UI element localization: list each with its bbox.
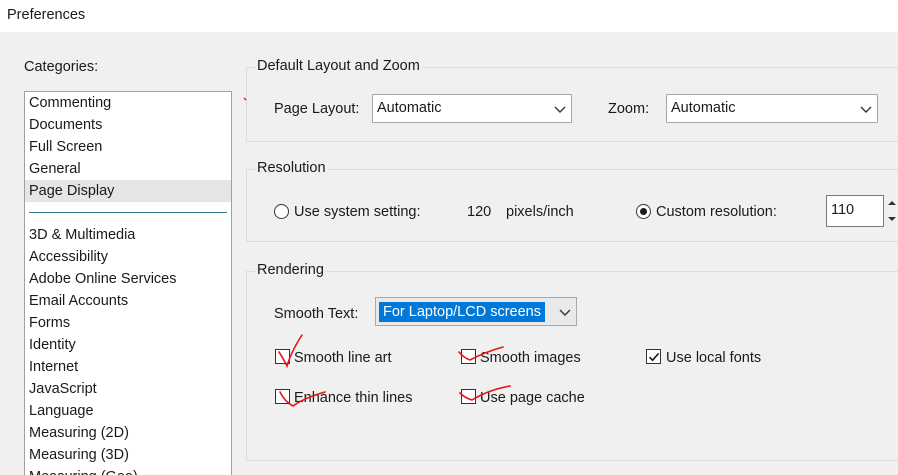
smooth-text-dropdown[interactable]: For Laptop/LCD screens bbox=[375, 297, 577, 326]
category-item[interactable]: Commenting bbox=[25, 92, 231, 114]
spin-down-icon[interactable] bbox=[886, 212, 898, 228]
zoom-value: Automatic bbox=[671, 100, 736, 116]
category-item[interactable]: Accessibility bbox=[25, 246, 231, 268]
checkmark-icon bbox=[648, 352, 660, 362]
category-item[interactable]: Page Display bbox=[25, 180, 231, 202]
custom-resolution-input[interactable]: 110 bbox=[826, 195, 884, 227]
category-item[interactable]: Identity bbox=[25, 334, 231, 356]
spin-up-icon[interactable] bbox=[886, 196, 898, 212]
title-bar: Preferences bbox=[0, 0, 898, 32]
category-item[interactable]: General bbox=[25, 158, 231, 180]
window-title: Preferences bbox=[7, 7, 86, 23]
chevron-down-icon bbox=[559, 309, 571, 316]
smooth-images-label: Smooth images bbox=[480, 350, 581, 366]
page-layout-label: Page Layout: bbox=[274, 101, 360, 117]
category-item[interactable]: Documents bbox=[25, 114, 231, 136]
resolution-spinner[interactable] bbox=[884, 195, 898, 227]
category-item[interactable]: Internet bbox=[25, 356, 231, 378]
layout-zoom-title: Default Layout and Zoom bbox=[255, 58, 422, 74]
category-item[interactable]: Measuring (3D) bbox=[25, 444, 231, 466]
enhance-thin-lines-label: Enhance thin lines bbox=[294, 390, 413, 406]
category-item[interactable]: Measuring (Geo) bbox=[25, 466, 231, 475]
use-page-cache-checkbox[interactable] bbox=[461, 389, 476, 404]
category-item[interactable]: Adobe Online Services bbox=[25, 268, 231, 290]
use-local-fonts-checkbox[interactable] bbox=[646, 349, 661, 364]
use-page-cache-label: Use page cache bbox=[480, 390, 585, 406]
custom-resolution-value: 110 bbox=[831, 202, 855, 218]
smooth-text-label: Smooth Text: bbox=[274, 306, 359, 322]
rendering-title: Rendering bbox=[255, 262, 326, 278]
smooth-line-art-checkbox[interactable] bbox=[275, 349, 290, 364]
page-layout-dropdown[interactable]: Automatic bbox=[372, 94, 572, 123]
categories-list[interactable]: Commenting Documents Full Screen General Pag… bbox=[24, 91, 232, 475]
category-item[interactable]: Language bbox=[25, 400, 231, 422]
category-item[interactable]: Email Accounts bbox=[25, 290, 231, 312]
resolution-title: Resolution bbox=[255, 160, 328, 176]
smooth-line-art-label: Smooth line art bbox=[294, 350, 392, 366]
enhance-thin-lines-checkbox[interactable] bbox=[275, 389, 290, 404]
category-item[interactable]: JavaScript bbox=[25, 378, 231, 400]
zoom-label: Zoom: bbox=[608, 101, 650, 117]
category-item[interactable]: 3D & Multimedia bbox=[25, 224, 231, 246]
custom-resolution-radio[interactable] bbox=[636, 204, 651, 219]
zoom-dropdown[interactable]: Automatic bbox=[666, 94, 878, 123]
use-local-fonts-label: Use local fonts bbox=[666, 350, 762, 366]
custom-resolution-label: Custom resolution: bbox=[656, 204, 777, 220]
use-system-setting-radio[interactable] bbox=[274, 204, 289, 219]
smooth-text-value: For Laptop/LCD screens bbox=[379, 302, 545, 322]
categories-separator bbox=[29, 212, 227, 213]
category-item[interactable]: Forms bbox=[25, 312, 231, 334]
system-resolution-value: 120 bbox=[467, 204, 492, 220]
chevron-down-icon bbox=[554, 106, 566, 113]
chevron-down-icon bbox=[860, 106, 872, 113]
page-layout-value: Automatic bbox=[377, 100, 442, 116]
categories-label: Categories: bbox=[24, 59, 99, 75]
smooth-images-checkbox[interactable] bbox=[461, 349, 476, 364]
category-item[interactable]: Full Screen bbox=[25, 136, 231, 158]
system-resolution-unit: pixels/inch bbox=[506, 204, 574, 220]
category-item[interactable]: Measuring (2D) bbox=[25, 422, 231, 444]
use-system-setting-label: Use system setting: bbox=[294, 204, 421, 220]
